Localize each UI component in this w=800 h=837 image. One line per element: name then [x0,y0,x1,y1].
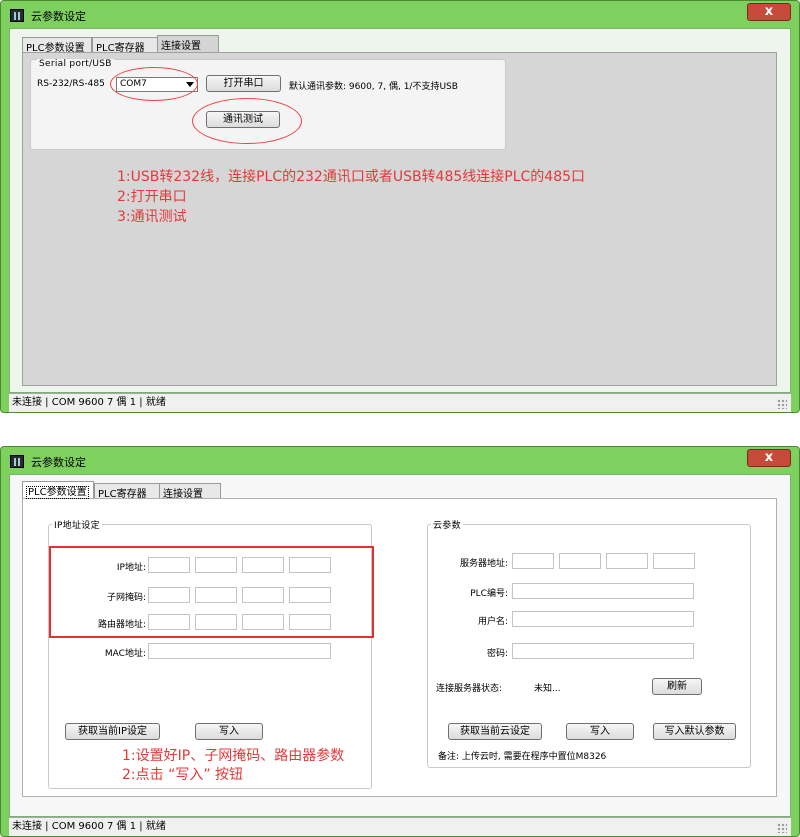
group-title: 云参数 [431,518,463,531]
connection-panel: Serial port/USB RS-232/RS-485 COM7 打开串口 … [22,52,777,386]
write-cloud-button[interactable]: 写入 [566,723,634,740]
mac-field[interactable] [148,643,331,659]
mac-label: MAC地址: [104,649,146,659]
plc-number-field[interactable] [512,583,694,599]
write-ip-button[interactable]: 写入 [195,723,263,740]
default-params-text: 默认通讯参数: 9600, 7, 偶, 1/不支持USB [289,82,458,92]
connection-state-value: 未知... [534,684,561,694]
cloud-note: 备注: 上传云时, 需要在程序中置位M8326 [438,752,607,762]
group-title: IP地址设定 [52,518,102,531]
annotation-step-2: 2:打开串口 [117,189,187,205]
cloud-params-group: 云参数 服务器地址: PLC编号: 用户名: 密码: 连接服务器状态: 未知..… [427,518,751,768]
connection-state-label: 连接服务器状态: [436,684,503,694]
annotation-step-1: 1:USB转232线，连接PLC的232通讯口或者USB转485线连接PLC的4… [117,169,586,185]
port-label: RS-232/RS-485 [37,79,105,89]
cloud-settings-window-connection: 云参数设定 x PLC参数设置 PLC寄存器 连接设置 Serial port/… [0,0,800,413]
annotation-step-3: 3:通讯测试 [117,209,187,225]
annotation-step-2: 2:点击 “写入” 按钮 [122,767,244,783]
open-port-button[interactable]: 打开串口 [206,75,281,92]
app-icon [10,455,24,468]
title-bar[interactable]: 云参数设定 x [1,447,799,473]
get-cloud-settings-button[interactable]: 获取当前云设定 [448,723,542,740]
plc-params-panel: IP地址设定 IP地址: 子网掩码: 路由器地址: MAC地址: 获取当前IP设… [22,498,777,797]
close-button[interactable]: x [747,3,791,21]
server-octet-1[interactable] [512,553,554,569]
status-text: 未连接 | COM 9600 7 偶 1 | 就绪 [12,821,166,832]
username-field[interactable] [512,611,694,627]
client-area: PLC参数设置 PLC寄存器 连接设置 Serial port/USB RS-2… [9,28,791,393]
tab-plc-registers[interactable]: PLC寄存器 [94,483,160,500]
annotation-step-1: 1:设置好IP、子网掩码、路由器参数 [122,748,345,764]
server-address-label: 服务器地址: [459,559,508,569]
highlight-box-ip [49,546,374,638]
server-octet-2[interactable] [559,553,601,569]
group-title: Serial port/USB [37,59,114,69]
refresh-button[interactable]: 刷新 [652,678,702,695]
cloud-settings-window-params: 云参数设定 x PLC参数设置 PLC寄存器 连接设置 IP地址设定 IP地址:… [0,446,800,837]
status-bar: 未连接 | COM 9600 7 偶 1 | 就绪 [9,393,791,412]
server-octet-4[interactable] [653,553,695,569]
status-text: 未连接 | COM 9600 7 偶 1 | 就绪 [12,397,166,408]
status-bar: 未连接 | COM 9600 7 偶 1 | 就绪 [9,817,791,836]
resize-grip-icon[interactable] [777,399,787,409]
username-label: 用户名: [477,617,508,627]
write-default-params-button[interactable]: 写入默认参数 [653,723,736,740]
plc-number-label: PLC编号: [470,589,508,599]
tab-plc-registers[interactable]: PLC寄存器 [92,37,158,54]
server-octet-3[interactable] [606,553,648,569]
close-button[interactable]: x [747,449,791,467]
tab-plc-params[interactable]: PLC参数设置 [22,37,92,54]
window-title: 云参数设定 [31,10,86,23]
tab-connection-settings[interactable]: 连接设置 [159,483,221,500]
resize-grip-icon[interactable] [777,823,787,833]
password-label: 密码: [486,649,508,659]
highlight-ellipse-test [192,98,302,144]
tab-connection-settings[interactable]: 连接设置 [157,35,219,52]
client-area: PLC参数设置 PLC寄存器 连接设置 IP地址设定 IP地址: 子网掩码: 路… [9,474,791,817]
tab-plc-params[interactable]: PLC参数设置 [22,481,94,499]
window-title: 云参数设定 [31,456,86,469]
title-bar[interactable]: 云参数设定 x [1,1,799,27]
app-icon [10,9,24,22]
highlight-ellipse-port [110,67,198,101]
password-field[interactable] [512,643,694,659]
get-ip-settings-button[interactable]: 获取当前IP设定 [65,723,160,740]
